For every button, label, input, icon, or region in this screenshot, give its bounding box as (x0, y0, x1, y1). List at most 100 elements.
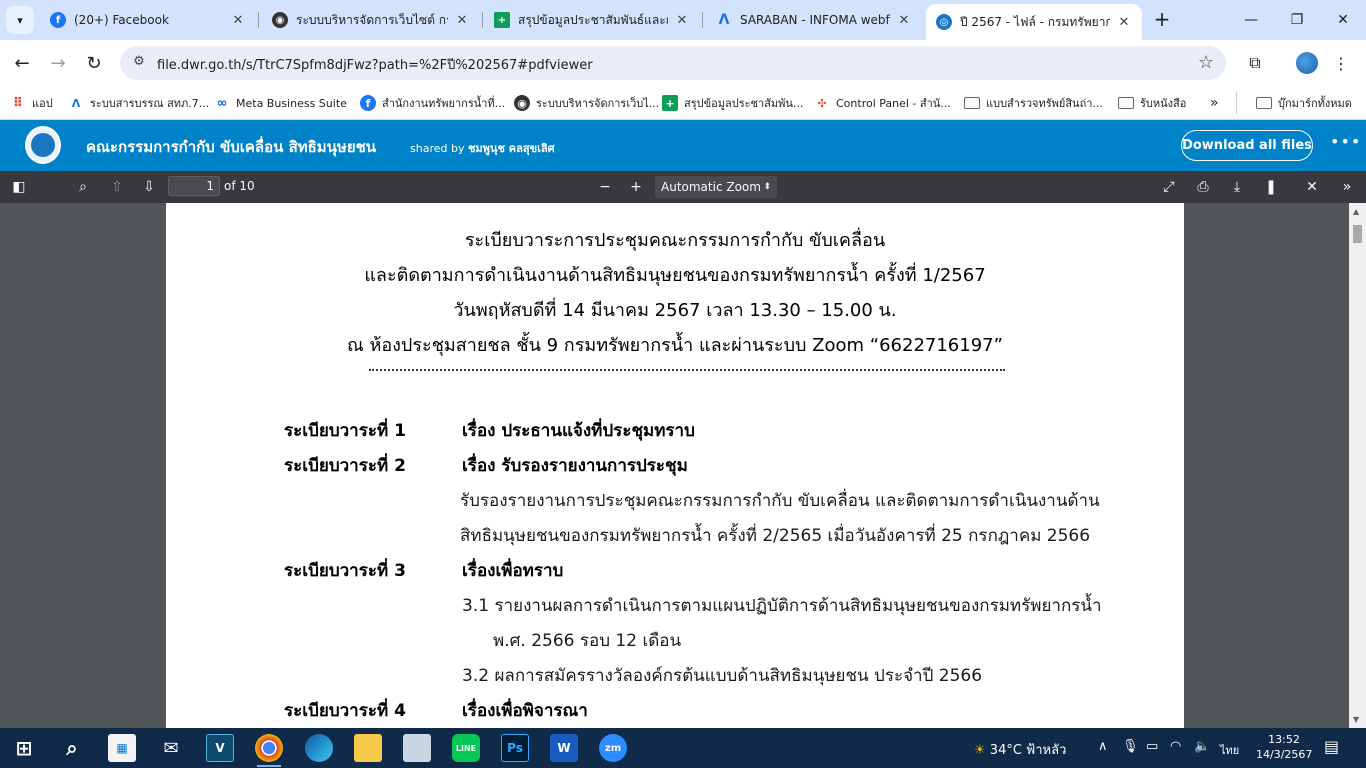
system-clock[interactable]: 13:52 14/3/2567 (1256, 732, 1312, 762)
save-icon[interactable]: ⤓ (1226, 177, 1248, 197)
microphone-icon[interactable]: 🎙 (1122, 739, 1139, 754)
close-window-button[interactable]: ✕ (1320, 0, 1366, 40)
previous-page-icon[interactable]: ⇧ (106, 177, 128, 197)
close-viewer-icon[interactable]: ✕ (1301, 177, 1323, 197)
pdf-toolbar: ◧ ⌕ ⇧ ⇩ 1 of 10 − + Automatic Zoom ⬍ ⤢ ⎙… (0, 171, 1366, 203)
agenda-3-item-1-cont: พ.ศ. 2566 รอบ 12 เดือน (493, 631, 682, 651)
select-arrows-icon: ⬍ (763, 182, 771, 192)
scroll-down-icon[interactable]: ▼ (1353, 715, 1359, 724)
reload-button[interactable]: ↻ (80, 49, 108, 77)
restore-button[interactable]: ❐ (1274, 0, 1320, 40)
vegas-icon[interactable]: V (206, 734, 234, 762)
zoom-out-icon[interactable]: − (594, 177, 616, 197)
pdf-viewer-area[interactable]: ระเบียบวาระการประชุมคณะกรรมการกำกับ ขับเ… (0, 203, 1349, 728)
tab-separator (258, 12, 259, 28)
bookmark-saraban[interactable]: Λ ระบบสารบรรณ สทภ.7... (68, 92, 210, 114)
saraban-icon: Λ (718, 12, 730, 28)
file-explorer-icon[interactable] (354, 734, 382, 762)
clock-date: 14/3/2567 (1256, 748, 1313, 761)
dwr-icon: ◎ (936, 14, 952, 30)
close-icon[interactable]: ✕ (674, 13, 690, 28)
language-indicator[interactable]: ไทย (1220, 741, 1239, 759)
shared-by-text: shared by ชมพูนุช คลสุขเลิศ (410, 142, 555, 155)
search-icon[interactable]: ⌕ (58, 734, 86, 762)
presentation-mode-icon[interactable]: ⤢ (1158, 177, 1180, 197)
sidebar-toggle-icon[interactable]: ◧ (8, 177, 30, 197)
close-icon[interactable]: ✕ (454, 13, 470, 28)
bookmark-meta[interactable]: ∞ Meta Business Suite (214, 92, 347, 114)
all-bookmarks-folder[interactable]: บุ๊กมาร์กทั้งหมด (1256, 92, 1352, 114)
apps-grid-icon: ⠿ (12, 95, 24, 111)
url-text[interactable]: file.dwr.go.th/s/TtrC7Spfm8djFwz?path=%2… (157, 54, 593, 75)
tab-separator (482, 12, 483, 28)
wifi-icon[interactable]: ◠ (1170, 739, 1181, 754)
photoshop-icon[interactable]: Ps (501, 734, 529, 762)
tab-pr-summary[interactable]: + สรุปข้อมูลประชาสัมพันธ์และการส ✕ (484, 4, 700, 36)
start-button[interactable]: ⊞ (10, 734, 38, 762)
mail-icon[interactable]: ✉ (157, 734, 185, 762)
tray-overflow-icon[interactable]: ∧ (1098, 739, 1108, 754)
new-tab-button[interactable]: + (1150, 8, 1174, 32)
tab-web-admin[interactable]: ◉ ระบบบริหารจัดการเว็บไซต์ กรมทรั ✕ (262, 4, 480, 36)
tab-search-button[interactable]: ▾ (6, 6, 34, 34)
weather-widget[interactable]: ☀ 34°C ฟ้าหลัว (974, 739, 1066, 760)
agenda-title-2: เรื่อง รับรองรายงานการประชุม (462, 456, 688, 476)
bookmark-web-admin[interactable]: ◉ ระบบบริหารจัดการเว็บไ... (514, 92, 659, 114)
find-icon[interactable]: ⌕ (72, 177, 94, 197)
store-icon[interactable]: ▦ (108, 734, 136, 762)
print-icon[interactable]: ⎙ (1192, 177, 1214, 197)
bookmark-sheets[interactable]: + สรุปข้อมูลประชาสัมพัน... (662, 92, 803, 114)
forward-button[interactable]: → (44, 49, 72, 77)
back-button[interactable]: ← (8, 49, 36, 77)
bookmark-folder-receive[interactable]: รับหนังสือ (1118, 92, 1186, 114)
vertical-scrollbar[interactable]: ▲ ▼ (1349, 203, 1366, 728)
restore-icon: ❐ (1290, 12, 1304, 28)
menu-dots-icon[interactable]: ⋮ (1330, 52, 1352, 74)
bookmark-apps[interactable]: ⠿ แอป (10, 92, 53, 114)
bookmark-control-panel[interactable]: ✣ Control Panel - สำนั... (814, 92, 950, 114)
chrome-icon[interactable] (255, 734, 283, 767)
agenda-title-4: เรื่องเพื่อพิจารณา (462, 701, 588, 721)
profile-avatar[interactable] (1296, 52, 1318, 74)
close-icon[interactable]: ✕ (1116, 15, 1132, 30)
zoom-icon[interactable]: zm (599, 734, 627, 762)
site-info-icon[interactable]: ⚙ (130, 54, 148, 72)
tab-facebook[interactable]: f (20+) Facebook ✕ (40, 4, 256, 36)
notifications-icon[interactable]: ▤ (1324, 737, 1339, 756)
scrollbar-thumb[interactable] (1353, 225, 1362, 243)
tools-icon[interactable]: » (1336, 177, 1358, 197)
arrow-left-icon: ← (14, 52, 30, 74)
zoom-in-icon[interactable]: + (625, 177, 647, 197)
globe-icon: ◉ (272, 12, 288, 28)
download-all-button[interactable]: Download all files (1181, 130, 1313, 161)
battery-icon[interactable]: ▭ (1146, 739, 1158, 754)
bookmarks-divider (1236, 92, 1237, 114)
tab-saraban[interactable]: Λ SARABAN - INFOMA webflo ✕ (706, 4, 922, 36)
word-icon[interactable]: W (550, 734, 578, 762)
doc-heading-line-2: และติดตามการดำเนินงานด้านสิทธิมนุษยชนของ… (364, 265, 986, 286)
zoom-select[interactable]: Automatic Zoom ⬍ (655, 176, 777, 198)
more-options-icon[interactable]: ••• (1330, 132, 1360, 158)
photos-icon[interactable] (403, 734, 431, 762)
bookmarks-overflow-button[interactable]: » (1210, 92, 1219, 114)
scroll-up-icon[interactable]: ▲ (1353, 207, 1359, 216)
bookmark-star-icon[interactable]: ☆ (1198, 52, 1214, 73)
extensions-icon[interactable]: ⧉ (1244, 52, 1266, 74)
agenda-title-1: เรื่อง ประธานแจ้งที่ประชุมทราบ (462, 421, 695, 441)
bookmark-folder-survey[interactable]: แบบสำรวจทรัพย์สินถ่า... (964, 92, 1103, 114)
next-page-icon[interactable]: ⇩ (138, 177, 160, 197)
volume-icon[interactable]: 🔈 (1194, 739, 1210, 754)
bookmark-icon[interactable]: ❚ (1260, 177, 1282, 197)
close-icon[interactable]: ✕ (230, 13, 246, 28)
tab-strip: ▾ f (20+) Facebook ✕ ◉ ระบบบริหารจัดการเ… (0, 0, 1366, 40)
tab-active-dwr-files[interactable]: ◎ ปี 2567 - ไฟล์ - กรมทรัพยากรน้ ✕ (926, 4, 1142, 40)
edge-icon[interactable] (305, 734, 333, 762)
page-number-input[interactable]: 1 (168, 176, 220, 196)
close-icon[interactable]: ✕ (896, 13, 912, 28)
address-bar[interactable]: ⚙ file.dwr.go.th/s/TtrC7Spfm8djFwz?path=… (120, 46, 1226, 80)
doc-heading-line-4: ณ ห้องประชุมสายชล ชั้น 9 กรมทรัพยากรน้ำ … (347, 335, 1003, 356)
line-icon[interactable]: LINE (452, 734, 480, 762)
minimize-button[interactable]: — (1228, 0, 1274, 40)
folder-icon (1256, 97, 1272, 109)
bookmark-facebook-office[interactable]: f สำนักงานทรัพยากรน้ำที่... (360, 92, 505, 114)
